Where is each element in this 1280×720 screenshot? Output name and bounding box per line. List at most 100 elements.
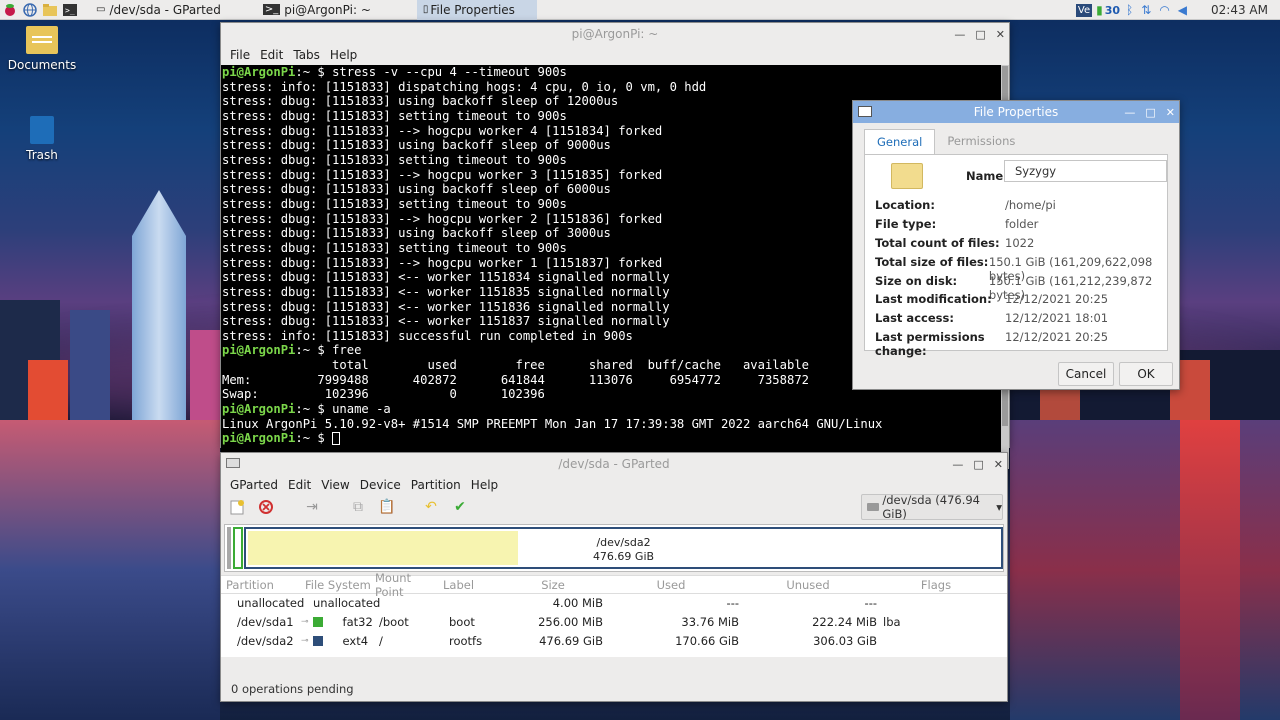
menu-edit[interactable]: Edit xyxy=(283,478,316,492)
status-bar: 0 operations pending xyxy=(231,682,354,696)
menu-device[interactable]: Device xyxy=(355,478,406,492)
device-selector[interactable]: /dev/sda (476.94 GiB) ▾ xyxy=(861,493,1003,521)
wifi-icon[interactable]: ◠ xyxy=(1159,3,1169,17)
vnc-icon[interactable]: Ve xyxy=(1075,3,1093,17)
close-icon[interactable]: ✕ xyxy=(996,28,1005,41)
column-size[interactable]: Size xyxy=(503,578,603,592)
file-count-row: Total count of files: 1022 xyxy=(875,236,1034,250)
updates-icon[interactable]: ⇅ xyxy=(1141,3,1151,17)
minimize-icon[interactable]: — xyxy=(952,458,963,471)
apply-icon[interactable]: ✔ xyxy=(450,497,470,517)
field-label: Location: xyxy=(875,198,935,212)
terminal-line-text: stress: dbug: [1151833] setting timeout … xyxy=(222,108,567,123)
folder-icon xyxy=(891,163,923,189)
terminal-line-text: stress: info: [1151833] successful run c… xyxy=(222,328,633,343)
filesystem-name: ext4 xyxy=(342,633,369,648)
menu-gparted[interactable]: GParted xyxy=(225,478,283,492)
temperature-icon[interactable]: ▮ xyxy=(1096,3,1103,17)
file-manager-icon[interactable] xyxy=(42,2,58,18)
desktop-icon-documents[interactable]: Documents xyxy=(2,26,82,72)
minimize-icon[interactable]: — xyxy=(1124,106,1135,119)
resize-move-icon[interactable]: ⇥ xyxy=(302,497,322,517)
maximize-icon[interactable]: □ xyxy=(1145,106,1155,119)
field-value: 12/12/2021 18:01 xyxy=(1005,311,1109,325)
undo-icon[interactable]: ↶ xyxy=(421,497,441,517)
used-cell: 170.66 GiB xyxy=(675,633,739,648)
terminal-line: pi@ArgonPi:~ $ xyxy=(222,431,1000,446)
menu-file[interactable]: File xyxy=(225,48,255,62)
terminal-prompt: pi@ArgonPi xyxy=(222,65,296,79)
folder-icon xyxy=(26,26,58,54)
field-value: 12/12/2021 20:25 xyxy=(1005,330,1109,344)
partition-name: /dev/sda2 xyxy=(237,633,294,648)
column-mount-point[interactable]: Mount Point xyxy=(375,571,443,599)
filesystem-color-swatch xyxy=(312,617,323,628)
tab-general[interactable]: General xyxy=(864,129,936,154)
window-title: /dev/sda - GParted xyxy=(558,457,670,471)
new-partition-icon[interactable] xyxy=(227,497,247,517)
column-unused[interactable]: Unused xyxy=(739,578,877,592)
paste-icon[interactable]: 📋 xyxy=(377,497,397,517)
maximize-icon[interactable]: □ xyxy=(975,28,985,41)
menu-help[interactable]: Help xyxy=(466,478,503,492)
menu-view[interactable]: View xyxy=(316,478,354,492)
volume-icon[interactable]: ◀ xyxy=(1178,3,1187,17)
menu-help[interactable]: Help xyxy=(325,48,362,62)
terminal-cursor xyxy=(332,432,341,446)
menu-partition[interactable]: Partition xyxy=(406,478,466,492)
field-label: Last permissions change: xyxy=(875,330,985,358)
table-row[interactable]: /dev/sda2 ⊸ ext4 / rootfs 476.69 GiB 170.66 Gi… xyxy=(221,631,1007,650)
name-label: Name: xyxy=(966,169,1008,183)
close-icon[interactable]: ✕ xyxy=(994,458,1003,471)
gparted-titlebar[interactable]: /dev/sda - GParted — □ ✕ xyxy=(221,453,1007,475)
file-icon: ▯ xyxy=(422,4,429,15)
task-file-properties[interactable]: ▯ File Properties xyxy=(416,0,537,20)
terminal-line-text: stress: dbug: [1151833] using backoff sl… xyxy=(222,138,611,153)
maximize-icon[interactable]: □ xyxy=(973,458,983,471)
delete-partition-icon[interactable] xyxy=(256,497,276,517)
minimize-icon[interactable]: — xyxy=(954,28,965,41)
window-title: File Properties xyxy=(973,105,1059,119)
task-terminal[interactable]: >_ pi@ArgonPi: ~ xyxy=(257,0,377,20)
table-row[interactable]: /dev/sda1 ⊸ fat32/boot boot 256.00 MiB 33.76 … xyxy=(221,613,1007,632)
system-tray: Ve ▮ 30 ᛒ ⇅ ◠ ◀ 02:43 AM xyxy=(1075,0,1280,20)
filesystem-cell: unallocated xyxy=(305,596,380,610)
column-used[interactable]: Used xyxy=(603,578,739,592)
terminal-titlebar[interactable]: pi@ArgonPi: ~ — □ ✕ xyxy=(221,23,1009,45)
terminal-line-text: stress: dbug: [1151833] <-- worker 11518… xyxy=(222,284,670,299)
ok-button[interactable]: OK xyxy=(1119,362,1173,386)
cpu-temp[interactable]: 30 xyxy=(1105,4,1120,17)
column-file-system[interactable]: File System xyxy=(305,578,375,592)
diskmap-sda2[interactable]: /dev/sda2 476.69 GiB xyxy=(244,527,1003,569)
diskmap-partition-name: /dev/sda2 xyxy=(596,536,651,549)
menu-tabs[interactable]: Tabs xyxy=(288,48,325,62)
desktop-icon-label: Documents xyxy=(7,58,77,72)
table-row[interactable]: unallocated unallocated 4.00 MiB --- --- xyxy=(221,594,1007,613)
menu-edit[interactable]: Edit xyxy=(255,48,288,62)
desktop-icon-label: Trash xyxy=(26,148,58,162)
file-properties-titlebar[interactable]: File Properties — □ ✕ xyxy=(853,101,1179,123)
desktop-icon-trash[interactable]: Trash xyxy=(2,116,82,162)
name-field[interactable] xyxy=(1004,160,1167,182)
terminal-icon: >_ xyxy=(262,4,281,15)
cancel-button[interactable]: Cancel xyxy=(1058,362,1114,386)
column-partition[interactable]: Partition xyxy=(221,578,305,592)
column-flags[interactable]: Flags xyxy=(877,578,989,592)
terminal-line-text: stress: dbug: [1151833] --> hogcpu worke… xyxy=(222,123,663,138)
bluetooth-icon[interactable]: ᛒ xyxy=(1126,3,1133,17)
terminal-launcher-icon[interactable]: >_ xyxy=(62,2,78,18)
close-icon[interactable]: ✕ xyxy=(1166,106,1175,119)
tab-permissions[interactable]: Permissions xyxy=(935,129,1027,154)
clock[interactable]: 02:43 AM xyxy=(1211,3,1268,17)
task-gparted[interactable]: ▭ /dev/sda - GParted xyxy=(90,0,227,20)
raspberry-menu-icon[interactable] xyxy=(2,2,18,18)
web-browser-icon[interactable] xyxy=(22,2,38,18)
diskmap-unallocated[interactable] xyxy=(227,527,231,569)
filesystem-name: unallocated xyxy=(313,596,381,611)
copy-icon[interactable]: ⧉ xyxy=(348,497,368,517)
column-label[interactable]: Label xyxy=(443,578,503,592)
terminal-prompt: pi@ArgonPi xyxy=(222,402,296,417)
diskmap-sda1[interactable] xyxy=(233,527,243,569)
partition-table: Partition File System Mount Point Label … xyxy=(221,571,1007,657)
filesystem-name: fat32 xyxy=(342,615,373,630)
